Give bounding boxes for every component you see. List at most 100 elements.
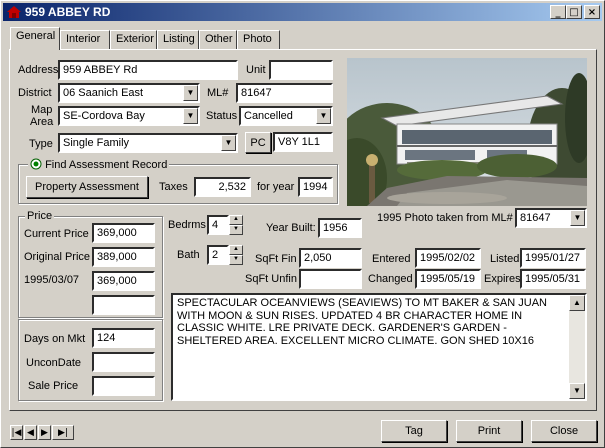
postal-code-button[interactable]: PC (245, 132, 271, 153)
type-select[interactable]: Single Family ▼ (58, 133, 238, 153)
property-assessment-button[interactable]: Property Assessment (26, 176, 148, 198)
print-button[interactable]: Print (456, 420, 522, 442)
tag-button[interactable]: Tag (381, 420, 447, 442)
close-button[interactable]: Close (531, 420, 597, 442)
unit-label: Unit (246, 64, 266, 76)
year-built-field[interactable]: 1956 (318, 218, 362, 238)
taxes-label: Taxes (159, 181, 188, 193)
current-price-field[interactable]: 369,000 (92, 223, 155, 243)
main-window: 959 ABBEY RD _ □ × General Interior Exte… (0, 0, 605, 448)
scroll-up-icon[interactable]: ▲ (569, 295, 585, 311)
status-label: Status (206, 110, 238, 122)
tax-year-field[interactable]: 1994 (298, 177, 333, 197)
next-record-button[interactable]: ▶ (38, 425, 51, 440)
spin-down-icon[interactable]: ▼ (229, 255, 243, 265)
uncondate-field[interactable] (92, 352, 155, 372)
tab-interior[interactable]: Interior (60, 30, 110, 49)
maparea-select[interactable]: SE-Cordova Bay ▼ (58, 106, 200, 126)
bedrooms-field[interactable]: 4 (207, 215, 229, 235)
bath-field[interactable]: 2 (207, 245, 229, 265)
price-change-date-label: 1995/03/07 (24, 274, 80, 286)
photo-ml-select[interactable]: 81647 ▼ (515, 208, 587, 228)
postal-code-field[interactable]: V8Y 1L1 (273, 132, 333, 152)
original-price-label: Original Price (24, 251, 91, 263)
sale-price-label: Sale Price (28, 380, 79, 392)
chevron-down-icon[interactable]: ▼ (183, 108, 198, 124)
entered-field[interactable]: 1995/02/02 (415, 248, 481, 268)
title-bar[interactable]: 959 ABBEY RD _ □ × (3, 3, 602, 21)
sqft-fin-field[interactable]: 2,050 (299, 248, 362, 268)
expires-field[interactable]: 1995/05/31 (520, 269, 586, 289)
days-on-market-label: Days on Mkt (24, 333, 86, 345)
original-price-field[interactable]: 389,000 (92, 247, 155, 267)
chevron-down-icon[interactable]: ▼ (316, 108, 331, 124)
status-select[interactable]: Cancelled ▼ (239, 106, 333, 126)
year-built-label: Year Built: (266, 222, 316, 234)
expires-label: Expires (484, 273, 521, 285)
house-icon (7, 6, 21, 18)
district-select[interactable]: 06 Saanich East ▼ (58, 83, 200, 103)
spin-up-icon[interactable]: ▲ (229, 215, 243, 225)
spin-up-icon[interactable]: ▲ (229, 245, 243, 255)
price-extra-field[interactable] (92, 295, 155, 315)
address-field[interactable]: 959 ABBEY Rd (58, 60, 238, 80)
property-photo (347, 58, 587, 206)
chevron-down-icon[interactable]: ▼ (183, 85, 198, 101)
minimize-button[interactable]: _ (550, 5, 566, 19)
tab-other[interactable]: Other (199, 30, 237, 49)
price-group-title: Price (25, 210, 55, 222)
photo-ml-value: 81647 (520, 212, 551, 224)
type-value: Single Family (63, 137, 130, 149)
tab-photo[interactable]: Photo (237, 30, 280, 49)
sale-price-field[interactable] (92, 376, 155, 396)
sqft-unfin-label: SqFt Unfin (245, 273, 297, 285)
remarks-scrollbar[interactable]: ▲ ▼ (569, 295, 585, 399)
last-record-button[interactable]: ▶| (52, 425, 74, 440)
type-label: Type (29, 138, 53, 150)
chevron-down-icon[interactable]: ▼ (221, 135, 236, 151)
tab-listing[interactable]: Listing (157, 30, 199, 49)
uncondate-label: UnconDate (26, 357, 82, 369)
tax-year-label: for year (257, 181, 295, 193)
first-record-button[interactable]: |◀ (10, 425, 23, 440)
ml-label: ML# (207, 87, 229, 99)
bath-stepper[interactable]: ▲ ▼ (229, 245, 243, 265)
scroll-down-icon[interactable]: ▼ (569, 383, 585, 399)
price-change-field[interactable]: 369,000 (92, 271, 155, 291)
days-on-market-field[interactable]: 124 (92, 328, 155, 348)
taxes-field[interactable]: 2,532 (194, 177, 251, 197)
remarks-text: SPECTACULAR OCEANVIEWS (SEAVIEWS) TO MT … (177, 297, 547, 347)
window-title: 959 ABBEY RD (25, 5, 111, 19)
bedrooms-label: Bedrms (168, 219, 206, 231)
sqft-unfin-field[interactable] (299, 269, 362, 289)
maparea-label-2: Area (30, 116, 54, 128)
find-record-icon (30, 158, 42, 170)
district-value: 06 Saanich East (63, 87, 144, 99)
bedrooms-stepper[interactable]: ▲ ▼ (229, 215, 243, 235)
listed-label: Listed (490, 253, 520, 265)
address-label: Address (18, 64, 59, 76)
tab-exterior[interactable]: Exterior (110, 30, 157, 49)
ml-field[interactable]: 81647 (236, 83, 333, 103)
close-window-button[interactable]: × (584, 5, 600, 19)
sqft-fin-label: SqFt Fin (255, 253, 297, 265)
previous-record-button[interactable]: ◀ (24, 425, 37, 440)
spin-down-icon[interactable]: ▼ (229, 225, 243, 235)
maparea-value: SE-Cordova Bay (63, 110, 145, 122)
maximize-button[interactable]: □ (566, 5, 582, 19)
chevron-down-icon[interactable]: ▼ (570, 210, 585, 226)
entered-label: Entered (372, 253, 411, 265)
photo-caption: 1995 Photo taken from ML# (377, 212, 513, 224)
tab-general[interactable]: General (10, 27, 60, 50)
unit-field[interactable] (269, 60, 333, 80)
assessment-group-title: Find Assessment Record (28, 158, 170, 171)
assessment-title: Find Assessment Record (45, 159, 168, 171)
bath-label: Bath (177, 249, 200, 261)
changed-field[interactable]: 1995/05/19 (415, 269, 481, 289)
changed-label: Changed (368, 273, 413, 285)
status-value: Cancelled (244, 110, 293, 122)
listed-field[interactable]: 1995/01/27 (520, 248, 586, 268)
current-price-label: Current Price (24, 228, 89, 240)
remarks-memo[interactable]: SPECTACULAR OCEANVIEWS (SEAVIEWS) TO MT … (171, 293, 587, 401)
district-label: District (18, 87, 52, 99)
